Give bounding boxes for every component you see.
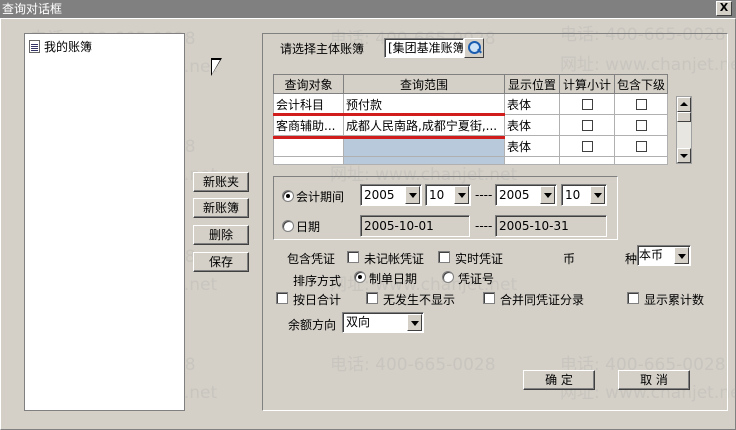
month-to-select[interactable]: 10 [561, 184, 607, 206]
show-cumulative-checkbox[interactable] [627, 292, 639, 304]
dialog-title: 查询对话框 [2, 2, 63, 16]
date-mode-label: 日期 [296, 220, 321, 234]
cell-include-sub[interactable] [614, 93, 668, 115]
tree-item-label: 我的账簿 [44, 40, 93, 54]
account-book-tree[interactable]: 我的账簿 [24, 33, 185, 411]
cell-subtotal[interactable] [559, 93, 615, 115]
annotation-underline [273, 136, 505, 139]
delete-button[interactable]: 删除 [193, 225, 249, 245]
subtotal-checkbox[interactable] [581, 120, 593, 131]
column-header-subtotal[interactable]: 计算小计 [559, 74, 615, 94]
period-mode-label: 会计期间 [296, 190, 345, 204]
cell-subtotal[interactable] [559, 156, 615, 165]
date-from-field[interactable]: 2005-10-01 [360, 215, 470, 237]
column-header-include-sub[interactable]: 包含下级 [614, 74, 668, 94]
cell-object[interactable] [273, 156, 344, 165]
cell-include-sub[interactable] [614, 156, 668, 165]
daily-total-checkbox[interactable] [276, 292, 288, 304]
sort-label: 排序方式 [293, 274, 342, 288]
realtime-voucher-label: 实时凭证 [455, 252, 504, 266]
ok-button[interactable]: 确 定 [523, 370, 595, 390]
hide-empty-checkbox[interactable] [366, 292, 378, 304]
unposted-voucher-checkbox[interactable] [347, 251, 359, 263]
chevron-down-icon [454, 186, 469, 204]
cell-include-sub[interactable] [614, 114, 668, 136]
chevron-down-icon [540, 186, 555, 204]
include-sub-checkbox[interactable] [635, 141, 647, 152]
close-button[interactable]: X [716, 1, 732, 16]
chevron-down-icon [590, 186, 605, 204]
unposted-voucher-label: 未记帐凭证 [364, 252, 425, 266]
chevron-down-icon [405, 186, 420, 204]
daily-total-label: 按日合计 [293, 293, 342, 307]
date-mode-radio[interactable] [282, 220, 294, 232]
dialog-titlebar: 查询对话框 X [0, 0, 736, 18]
scroll-up-button[interactable] [677, 97, 691, 112]
cell-range[interactable]: 成都人民南路,成都宁夏街,... [343, 114, 505, 136]
tree-item-my-books[interactable]: 我的账簿 [29, 38, 92, 55]
sort-by-voucher-label: 凭证号 [458, 272, 495, 286]
currency-label-part1: 币 [563, 252, 576, 266]
include-voucher-label: 包含凭证 [287, 252, 336, 266]
column-header-object[interactable]: 查询对象 [273, 74, 344, 94]
cell-position[interactable]: 表体 [504, 114, 560, 136]
cell-range[interactable]: 预付款 [343, 93, 505, 115]
balance-direction-select[interactable]: 双向 [342, 312, 424, 333]
chevron-down-icon [407, 314, 422, 331]
year-from-select[interactable]: 2005 [360, 184, 422, 206]
main-book-label: 请选择主体账簿 [280, 42, 365, 56]
column-header-position[interactable]: 显示位置 [504, 74, 560, 94]
realtime-voucher-checkbox[interactable] [438, 251, 450, 263]
mouse-cursor-fill [212, 60, 220, 74]
table-row[interactable] [273, 156, 668, 165]
subtotal-checkbox[interactable] [581, 141, 593, 152]
table-row[interactable]: 会计科目 预付款 表体 [273, 93, 668, 115]
column-header-range[interactable]: 查询范围 [343, 74, 505, 94]
date-separator: ---- [475, 219, 493, 233]
main-book-field[interactable]: [集团基准账簿 [384, 38, 464, 58]
cell-object[interactable]: 会计科目 [273, 93, 344, 115]
cell-position[interactable]: 表体 [504, 135, 560, 157]
cell-subtotal[interactable] [559, 114, 615, 136]
subtotal-checkbox[interactable] [581, 99, 593, 110]
new-book-button[interactable]: 新账簿 [193, 198, 249, 218]
cell-position[interactable]: 表体 [504, 93, 560, 115]
scroll-down-button[interactable] [677, 148, 691, 163]
include-sub-checkbox[interactable] [635, 120, 647, 131]
save-button[interactable]: 保存 [193, 252, 249, 272]
period-mode-radio[interactable] [282, 190, 294, 202]
merge-entries-checkbox[interactable] [483, 292, 495, 304]
cell-range[interactable] [343, 156, 505, 165]
annotation-underline [273, 113, 505, 116]
query-object-table[interactable]: 查询对象 查询范围 显示位置 计算小计 包含下级 会计科目 预付款 表体 客商辅… [273, 74, 668, 165]
cell-include-sub[interactable] [614, 135, 668, 157]
currency-select[interactable]: 本币 [637, 245, 691, 266]
hide-empty-label: 无发生不显示 [383, 293, 456, 307]
document-icon [29, 40, 40, 53]
scroll-thumb[interactable] [677, 112, 691, 122]
main-book-search-button[interactable] [464, 38, 484, 58]
table-header-row: 查询对象 查询范围 显示位置 计算小计 包含下级 [273, 74, 668, 94]
date-to-field[interactable]: 2005-10-31 [495, 215, 607, 237]
sort-by-date-label: 制单日期 [369, 272, 418, 286]
cell-subtotal[interactable] [559, 135, 615, 157]
chevron-down-icon [674, 247, 689, 264]
cell-object[interactable]: 客商辅助... [273, 114, 344, 136]
table-scrollbar[interactable] [676, 96, 692, 164]
merge-entries-label: 合并同凭证分录 [500, 293, 585, 307]
period-separator: ---- [475, 188, 493, 202]
sort-by-voucher-radio[interactable] [442, 271, 454, 283]
include-sub-checkbox[interactable] [635, 99, 647, 110]
year-to-select[interactable]: 2005 [495, 184, 557, 206]
balance-direction-label: 余额方向 [288, 318, 337, 332]
month-from-select[interactable]: 10 [425, 184, 471, 206]
cell-position[interactable] [504, 156, 560, 165]
show-cumulative-label: 显示累计数 [644, 293, 705, 307]
new-folder-button[interactable]: 新账夹 [193, 172, 249, 192]
sort-by-date-radio[interactable] [354, 271, 366, 283]
cancel-button[interactable]: 取 消 [618, 370, 690, 390]
currency-label-part2: 种 [625, 252, 638, 266]
table-row[interactable]: 客商辅助... 成都人民南路,成都宁夏街,... 表体 [273, 114, 668, 136]
